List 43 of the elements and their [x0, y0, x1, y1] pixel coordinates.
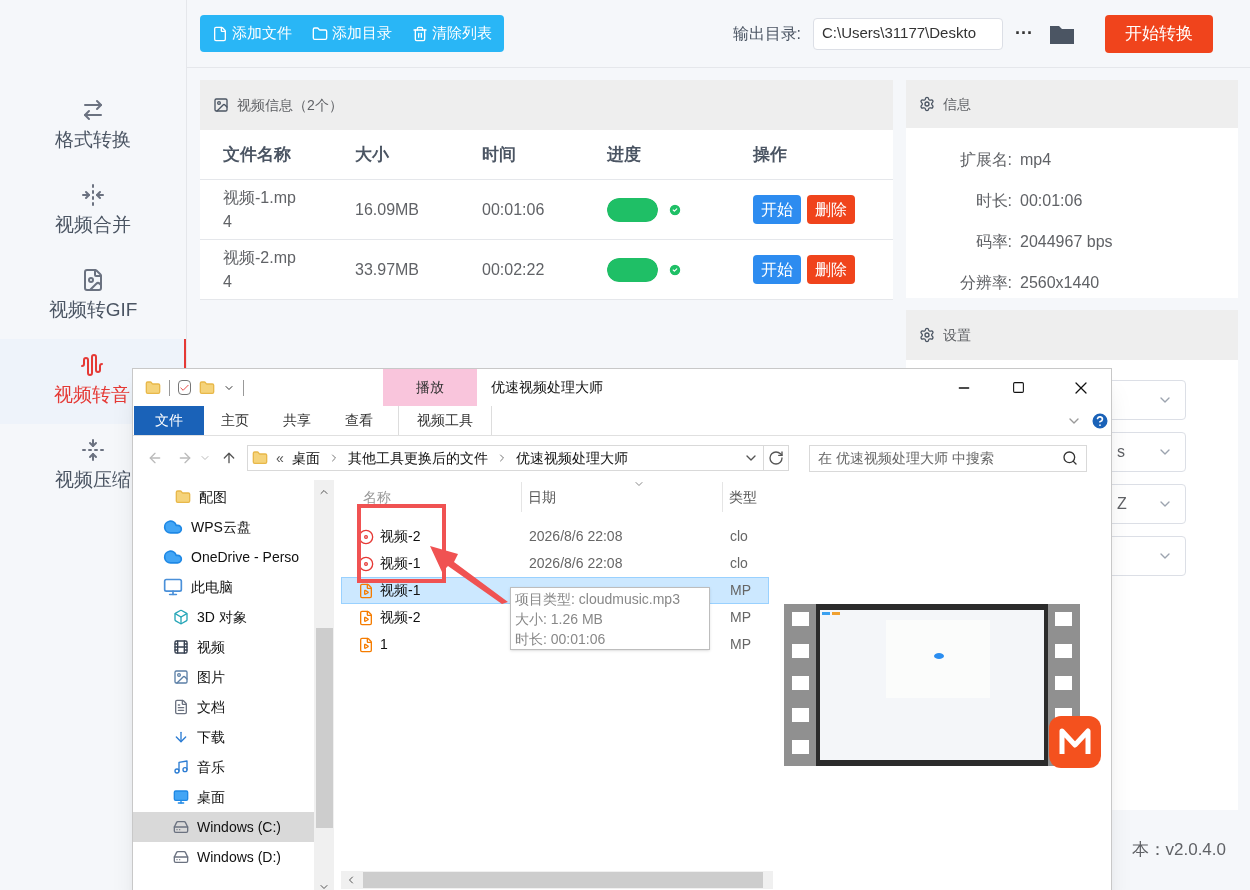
- field-value: 2560x1440: [1020, 273, 1100, 293]
- file-name: 视频-1: [380, 554, 421, 573]
- window-title: 优速视频处理大师: [491, 378, 603, 397]
- file-name: 视频-2: [380, 527, 421, 546]
- field-label: 码率:: [974, 232, 1013, 252]
- column-header: 文件名称: [223, 143, 292, 166]
- table-cell-text: 视频-2.mp4: [223, 247, 297, 292]
- table-cell-text: 视频-1.mp4: [223, 187, 297, 232]
- panel-title: 设置: [943, 325, 971, 345]
- panel-title: 视频信息（2个）: [237, 95, 343, 115]
- column-header: 操作: [753, 143, 788, 166]
- tooltip-line: 项目类型: cloudmusic.mp3: [515, 590, 681, 609]
- file-name: 视频-1: [380, 581, 421, 600]
- table-cell-text: 33.97MB: [355, 259, 421, 280]
- field-value: 2044967 bps: [1020, 232, 1113, 252]
- field-value: mp4: [1020, 150, 1052, 170]
- table-cell-text: 00:02:22: [482, 259, 546, 280]
- field-label: 分辨率:: [958, 273, 1013, 293]
- column-header: 大小: [355, 143, 390, 166]
- field-value: 00:01:06: [1020, 191, 1083, 211]
- file-type: MP: [729, 635, 751, 654]
- context-group-label: 播放: [383, 369, 477, 406]
- panel-title: 信息: [943, 94, 971, 114]
- select-value: Z: [1117, 495, 1127, 512]
- file-type: clo: [729, 527, 748, 546]
- table-cell-text: 00:01:06: [482, 199, 546, 220]
- select-value: s: [1117, 443, 1125, 460]
- tooltip-line: 时长: 00:01:06: [515, 630, 607, 649]
- file-date: 2026/8/6 22:08: [529, 528, 623, 544]
- column-header: 进度: [607, 143, 642, 166]
- file-type: clo: [729, 554, 748, 573]
- file-date: 2026/8/6 22:08: [529, 555, 623, 571]
- tooltip-line: 大小: 1.26 MB: [515, 610, 604, 629]
- table-cell-text: 16.09MB: [355, 199, 421, 220]
- file-name: 1: [380, 635, 388, 654]
- file-type: MP: [729, 608, 751, 627]
- field-label: 时长:: [974, 191, 1013, 211]
- field-label: 扩展名:: [958, 150, 1013, 170]
- version-text: 本：v2.0.4.0: [1131, 839, 1226, 862]
- file-name: 视频-2: [380, 608, 421, 627]
- file-type: MP: [729, 581, 751, 600]
- column-header: 时间: [482, 143, 517, 166]
- output-label: 输出目录:: [732, 23, 801, 44]
